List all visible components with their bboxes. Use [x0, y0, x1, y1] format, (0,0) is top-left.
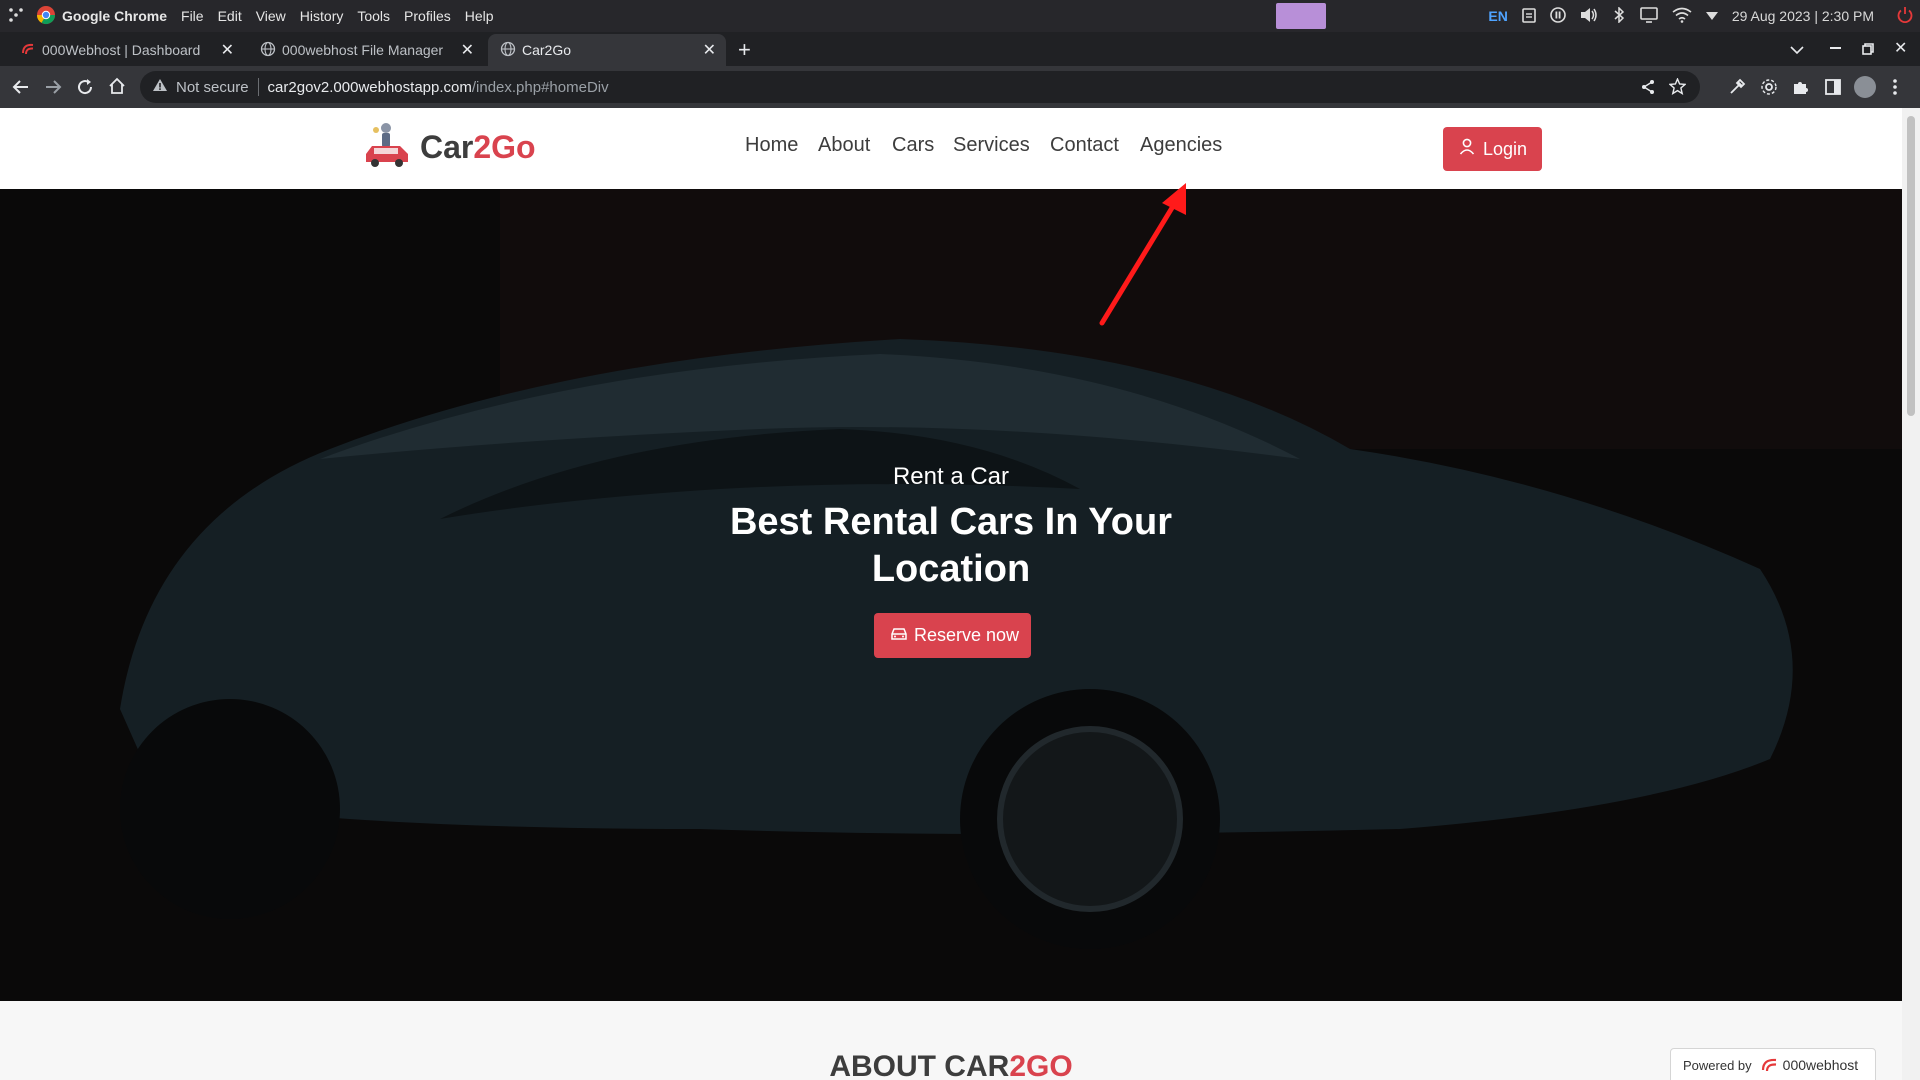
brand-name-part1: Car — [420, 129, 474, 165]
chrome-logo-icon — [36, 5, 56, 28]
about-section: ABOUT CAR2GO — [0, 1001, 1902, 1080]
os-app-name: Google Chrome — [62, 8, 168, 24]
power-icon[interactable] — [1896, 6, 1914, 27]
url-host: car2gov2.000webhostapp.com — [267, 78, 472, 96]
hero-car-image — [0, 189, 1902, 1001]
about-heading-part2: 2GO — [1009, 1050, 1073, 1080]
wifi-icon[interactable] — [1672, 7, 1692, 26]
security-label[interactable]: Not secure — [176, 79, 249, 96]
tab-title: Car2Go — [522, 42, 572, 58]
brand-name-part2: 2Go — [473, 129, 536, 165]
reserve-now-button[interactable]: Reserve now — [874, 613, 1031, 658]
about-heading-part1: ABOUT CAR — [829, 1050, 1010, 1080]
close-icon[interactable]: ✕ — [461, 40, 474, 60]
web-page: Car2Go Home About Cars Services Contact … — [0, 108, 1902, 1080]
star-icon[interactable] — [1668, 77, 1687, 99]
forward-icon[interactable] — [44, 78, 62, 101]
page-scrollbar[interactable] — [1902, 108, 1920, 1080]
system-tray: EN 29 Aug 2023 | 2:30 PM — [1488, 0, 1920, 32]
menu-tools[interactable]: Tools — [357, 8, 390, 24]
more-menu-icon[interactable] — [1892, 78, 1898, 101]
window-close-icon[interactable]: ✕ — [1894, 38, 1907, 58]
eyedropper-icon[interactable] — [1728, 78, 1746, 101]
annotation-arrow — [1099, 183, 1186, 326]
car-icon — [890, 625, 908, 646]
minimize-icon[interactable] — [1830, 47, 1841, 49]
browser-toolbar: Not secure car2gov2.000webhostapp.com /i… — [0, 66, 1920, 108]
url-path: /index.php#homeDiv — [471, 78, 609, 96]
extension-gear-icon[interactable] — [1760, 78, 1778, 101]
car-logo-icon — [362, 120, 412, 175]
clipboard-icon[interactable] — [1522, 7, 1536, 26]
globe-icon — [500, 41, 516, 60]
menu-help[interactable]: Help — [465, 8, 494, 24]
display-icon[interactable] — [1640, 6, 1658, 26]
omnibox-divider — [257, 78, 259, 96]
menu-view[interactable]: View — [256, 8, 286, 24]
warning-icon[interactable] — [152, 78, 168, 96]
extension-icon[interactable] — [1792, 78, 1810, 101]
back-icon[interactable] — [12, 78, 30, 101]
brand-logo[interactable]: Car2Go — [362, 120, 536, 175]
close-icon[interactable]: ✕ — [221, 40, 234, 60]
login-label: Login — [1483, 138, 1528, 159]
brand-name: Car2Go — [420, 129, 536, 166]
scrollbar-thumb[interactable] — [1907, 116, 1915, 416]
address-bar[interactable]: Not secure car2gov2.000webhostapp.com /i… — [140, 71, 1700, 103]
os-app-menu: Google Chrome File Edit View History Too… — [0, 5, 508, 28]
side-panel-icon[interactable] — [1824, 78, 1842, 101]
close-icon[interactable]: ✕ — [703, 40, 716, 60]
globe-icon — [260, 41, 276, 60]
tab-title: 000webhost File Manager — [282, 42, 444, 58]
volume-icon[interactable] — [1580, 7, 1598, 26]
bluetooth-icon[interactable] — [1612, 5, 1626, 26]
tray-dropdown-icon[interactable] — [1705, 8, 1718, 24]
home-icon[interactable] — [108, 77, 126, 100]
user-icon — [1459, 138, 1475, 160]
menu-history[interactable]: History — [300, 8, 344, 24]
nav-home[interactable]: Home — [745, 134, 798, 157]
browser-tab-strip: 000Webhost | Dashboard ✕ 000webhost File… — [0, 32, 1920, 66]
hero-subtitle: Rent a Car — [892, 463, 1010, 490]
tab-file-manager[interactable]: 000webhost File Manager ✕ — [248, 34, 484, 66]
nav-cars[interactable]: Cars — [892, 134, 934, 157]
nav-about[interactable]: About — [818, 134, 870, 157]
hero-title-line2: Location — [871, 548, 1031, 590]
reload-icon[interactable] — [76, 78, 94, 101]
webhost-favicon-icon — [20, 41, 36, 60]
powered-by-brand: 000webhost — [1782, 1057, 1859, 1073]
nav-contact[interactable]: Contact — [1050, 134, 1119, 157]
menu-file[interactable]: File — [181, 8, 204, 24]
hero-section: Rent a Car Best Rental Cars In Your Loca… — [0, 189, 1902, 1001]
webhost-logo-icon — [1760, 1056, 1778, 1075]
tab-search-icon[interactable] — [1790, 42, 1804, 60]
site-navbar: Car2Go Home About Cars Services Contact … — [0, 108, 1902, 189]
hero-title: Best Rental Cars In Your Location — [0, 499, 1902, 593]
hero-title-line1: Best Rental Cars In Your — [729, 501, 1173, 543]
menu-edit[interactable]: Edit — [218, 8, 242, 24]
share-icon[interactable] — [1640, 79, 1656, 99]
menu-profiles[interactable]: Profiles — [404, 8, 451, 24]
tab-000webhost-dashboard[interactable]: 000Webhost | Dashboard ✕ — [8, 34, 244, 66]
tab-title: 000Webhost | Dashboard — [42, 42, 201, 58]
powered-by-badge[interactable]: Powered by 000webhost — [1670, 1048, 1876, 1080]
about-heading: ABOUT CAR2GO — [0, 1050, 1902, 1080]
profile-avatar[interactable] — [1854, 76, 1876, 98]
powered-by-prefix: Powered by — [1683, 1057, 1752, 1073]
nav-agencies[interactable]: Agencies — [1140, 134, 1222, 157]
datetime[interactable]: 29 Aug 2023 | 2:30 PM — [1732, 8, 1874, 24]
taskbar-window-thumb[interactable] — [1276, 3, 1326, 29]
restore-icon[interactable] — [1862, 42, 1874, 60]
app-launcher-icon[interactable] — [8, 7, 24, 26]
media-pause-icon[interactable] — [1550, 6, 1566, 26]
login-button[interactable]: Login — [1443, 127, 1542, 171]
keyboard-language[interactable]: EN — [1488, 8, 1507, 24]
os-top-bar: Google Chrome File Edit View History Too… — [0, 0, 1920, 32]
reserve-now-label: Reserve now — [914, 625, 1020, 645]
tab-car2go[interactable]: Car2Go ✕ — [488, 34, 726, 66]
new-tab-button[interactable]: + — [738, 36, 758, 64]
nav-services[interactable]: Services — [953, 134, 1030, 157]
